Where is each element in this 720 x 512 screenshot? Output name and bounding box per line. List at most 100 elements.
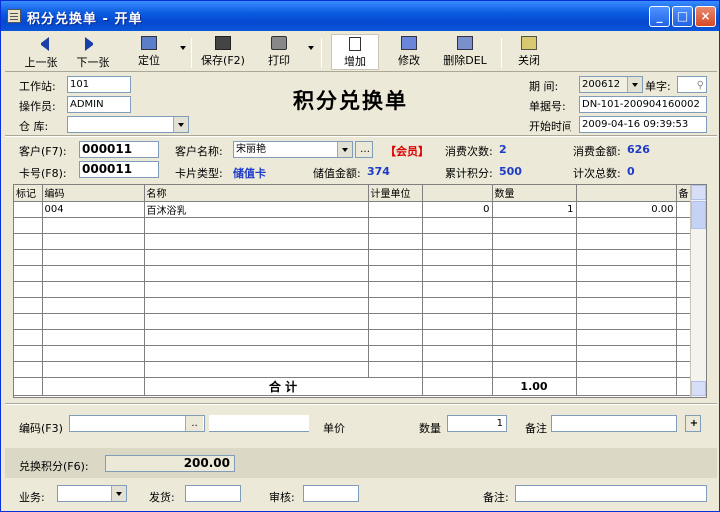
table-cell[interactable] bbox=[676, 281, 692, 298]
table-cell[interactable] bbox=[422, 345, 493, 362]
next-button[interactable]: 下一张 bbox=[71, 34, 115, 70]
table-cell[interactable] bbox=[144, 217, 369, 234]
table-cell[interactable] bbox=[14, 249, 43, 266]
col-header-name[interactable]: 名称 bbox=[144, 185, 369, 202]
table-cell[interactable] bbox=[676, 313, 692, 330]
ship-field[interactable] bbox=[185, 485, 241, 502]
print-dropdown-icon[interactable] bbox=[308, 46, 314, 50]
table-cell[interactable] bbox=[42, 345, 145, 362]
table-cell[interactable] bbox=[14, 345, 43, 362]
table-cell[interactable] bbox=[144, 313, 369, 330]
table-cell[interactable] bbox=[144, 281, 369, 298]
table-cell[interactable] bbox=[368, 233, 423, 250]
table-cell[interactable] bbox=[422, 297, 493, 314]
locate-dropdown-icon[interactable] bbox=[180, 46, 186, 50]
table-cell[interactable] bbox=[576, 233, 677, 250]
cell-qty[interactable]: 1 bbox=[492, 201, 577, 218]
table-cell[interactable] bbox=[144, 297, 369, 314]
table-cell[interactable] bbox=[368, 297, 423, 314]
table-cell[interactable] bbox=[492, 345, 577, 362]
table-cell[interactable] bbox=[492, 297, 577, 314]
table-cell[interactable] bbox=[144, 361, 369, 378]
docno-field[interactable]: DN-101-200904160002 bbox=[579, 96, 707, 113]
doc-char-field[interactable]: ⚲ bbox=[677, 76, 707, 93]
edit-button[interactable]: 修改 bbox=[387, 34, 431, 70]
customer-field[interactable]: 000011 bbox=[79, 141, 159, 158]
delete-button[interactable]: 删除DEL bbox=[437, 34, 493, 70]
table-row[interactable] bbox=[14, 281, 692, 298]
table-cell[interactable] bbox=[422, 361, 493, 378]
table-cell[interactable] bbox=[492, 313, 577, 330]
business-select[interactable] bbox=[57, 485, 127, 502]
add-button[interactable]: 增加 bbox=[331, 34, 379, 70]
chevron-down-icon[interactable] bbox=[173, 117, 188, 132]
chevron-down-icon[interactable] bbox=[337, 142, 352, 157]
table-row[interactable] bbox=[14, 297, 692, 314]
entry-desc-field[interactable] bbox=[209, 415, 309, 432]
card-field[interactable]: 000011 bbox=[79, 161, 159, 178]
table-cell[interactable] bbox=[676, 265, 692, 282]
col-header-mark[interactable]: 标记 bbox=[14, 185, 43, 202]
table-cell[interactable] bbox=[676, 361, 692, 378]
table-cell[interactable] bbox=[368, 361, 423, 378]
table-cell[interactable] bbox=[492, 329, 577, 346]
table-cell[interactable] bbox=[676, 233, 692, 250]
table-cell[interactable] bbox=[144, 249, 369, 266]
table-cell[interactable] bbox=[42, 265, 145, 282]
print-button[interactable]: 打印 bbox=[259, 34, 299, 70]
items-grid[interactable]: 标记 编码 名称 计量单位 数量 备 004 百沐浴乳 0 1 0.00 合 计… bbox=[13, 184, 707, 398]
close-window-button[interactable]: × bbox=[695, 6, 716, 27]
cell-code[interactable]: 004 bbox=[42, 201, 145, 218]
table-cell[interactable] bbox=[676, 345, 692, 362]
table-row[interactable] bbox=[14, 313, 692, 330]
table-cell[interactable] bbox=[422, 217, 493, 234]
close-button[interactable]: 关闭 bbox=[509, 34, 549, 70]
table-cell[interactable] bbox=[14, 297, 43, 314]
table-cell[interactable] bbox=[14, 313, 43, 330]
table-cell[interactable] bbox=[576, 217, 677, 234]
scroll-up-icon[interactable] bbox=[691, 185, 706, 200]
cell-name[interactable]: 百沐浴乳 bbox=[144, 201, 369, 218]
table-cell[interactable] bbox=[576, 265, 677, 282]
cell-mark[interactable] bbox=[14, 201, 43, 218]
table-cell[interactable] bbox=[368, 313, 423, 330]
table-cell[interactable] bbox=[492, 249, 577, 266]
table-cell[interactable] bbox=[14, 329, 43, 346]
table-cell[interactable] bbox=[42, 361, 145, 378]
col-header-blank[interactable] bbox=[422, 185, 493, 202]
table-cell[interactable] bbox=[492, 361, 577, 378]
table-cell[interactable] bbox=[42, 217, 145, 234]
maximize-button[interactable]: □ bbox=[672, 6, 693, 27]
chevron-down-icon[interactable] bbox=[111, 486, 126, 501]
table-cell[interactable] bbox=[422, 265, 493, 282]
customer-lookup-button[interactable]: … bbox=[355, 141, 373, 158]
table-cell[interactable] bbox=[422, 233, 493, 250]
table-cell[interactable] bbox=[576, 329, 677, 346]
save-button[interactable]: 保存(F2) bbox=[195, 34, 251, 70]
table-cell[interactable] bbox=[42, 297, 145, 314]
table-row[interactable]: 004 百沐浴乳 0 1 0.00 bbox=[14, 201, 692, 218]
table-cell[interactable] bbox=[14, 265, 43, 282]
table-cell[interactable] bbox=[676, 297, 692, 314]
entry-code-field[interactable]: .. bbox=[69, 415, 205, 432]
remark-field[interactable] bbox=[515, 485, 707, 502]
audit-field[interactable] bbox=[303, 485, 359, 502]
table-cell[interactable] bbox=[42, 249, 145, 266]
table-cell[interactable] bbox=[144, 329, 369, 346]
table-cell[interactable] bbox=[14, 233, 43, 250]
table-cell[interactable] bbox=[676, 329, 692, 346]
table-cell[interactable] bbox=[492, 281, 577, 298]
grid-scrollbar[interactable] bbox=[690, 185, 706, 397]
entry-qty-field[interactable]: 1 bbox=[447, 415, 507, 432]
table-cell[interactable] bbox=[576, 361, 677, 378]
table-cell[interactable] bbox=[576, 313, 677, 330]
table-cell[interactable] bbox=[676, 249, 692, 266]
table-row[interactable] bbox=[14, 217, 692, 234]
entry-add-button[interactable]: + bbox=[685, 415, 701, 432]
table-cell[interactable] bbox=[422, 313, 493, 330]
col-header-qty[interactable]: 数量 bbox=[492, 185, 577, 202]
table-cell[interactable] bbox=[42, 233, 145, 250]
table-cell[interactable] bbox=[368, 265, 423, 282]
lookup-icon[interactable]: ⚲ bbox=[697, 78, 704, 92]
table-cell[interactable] bbox=[42, 329, 145, 346]
